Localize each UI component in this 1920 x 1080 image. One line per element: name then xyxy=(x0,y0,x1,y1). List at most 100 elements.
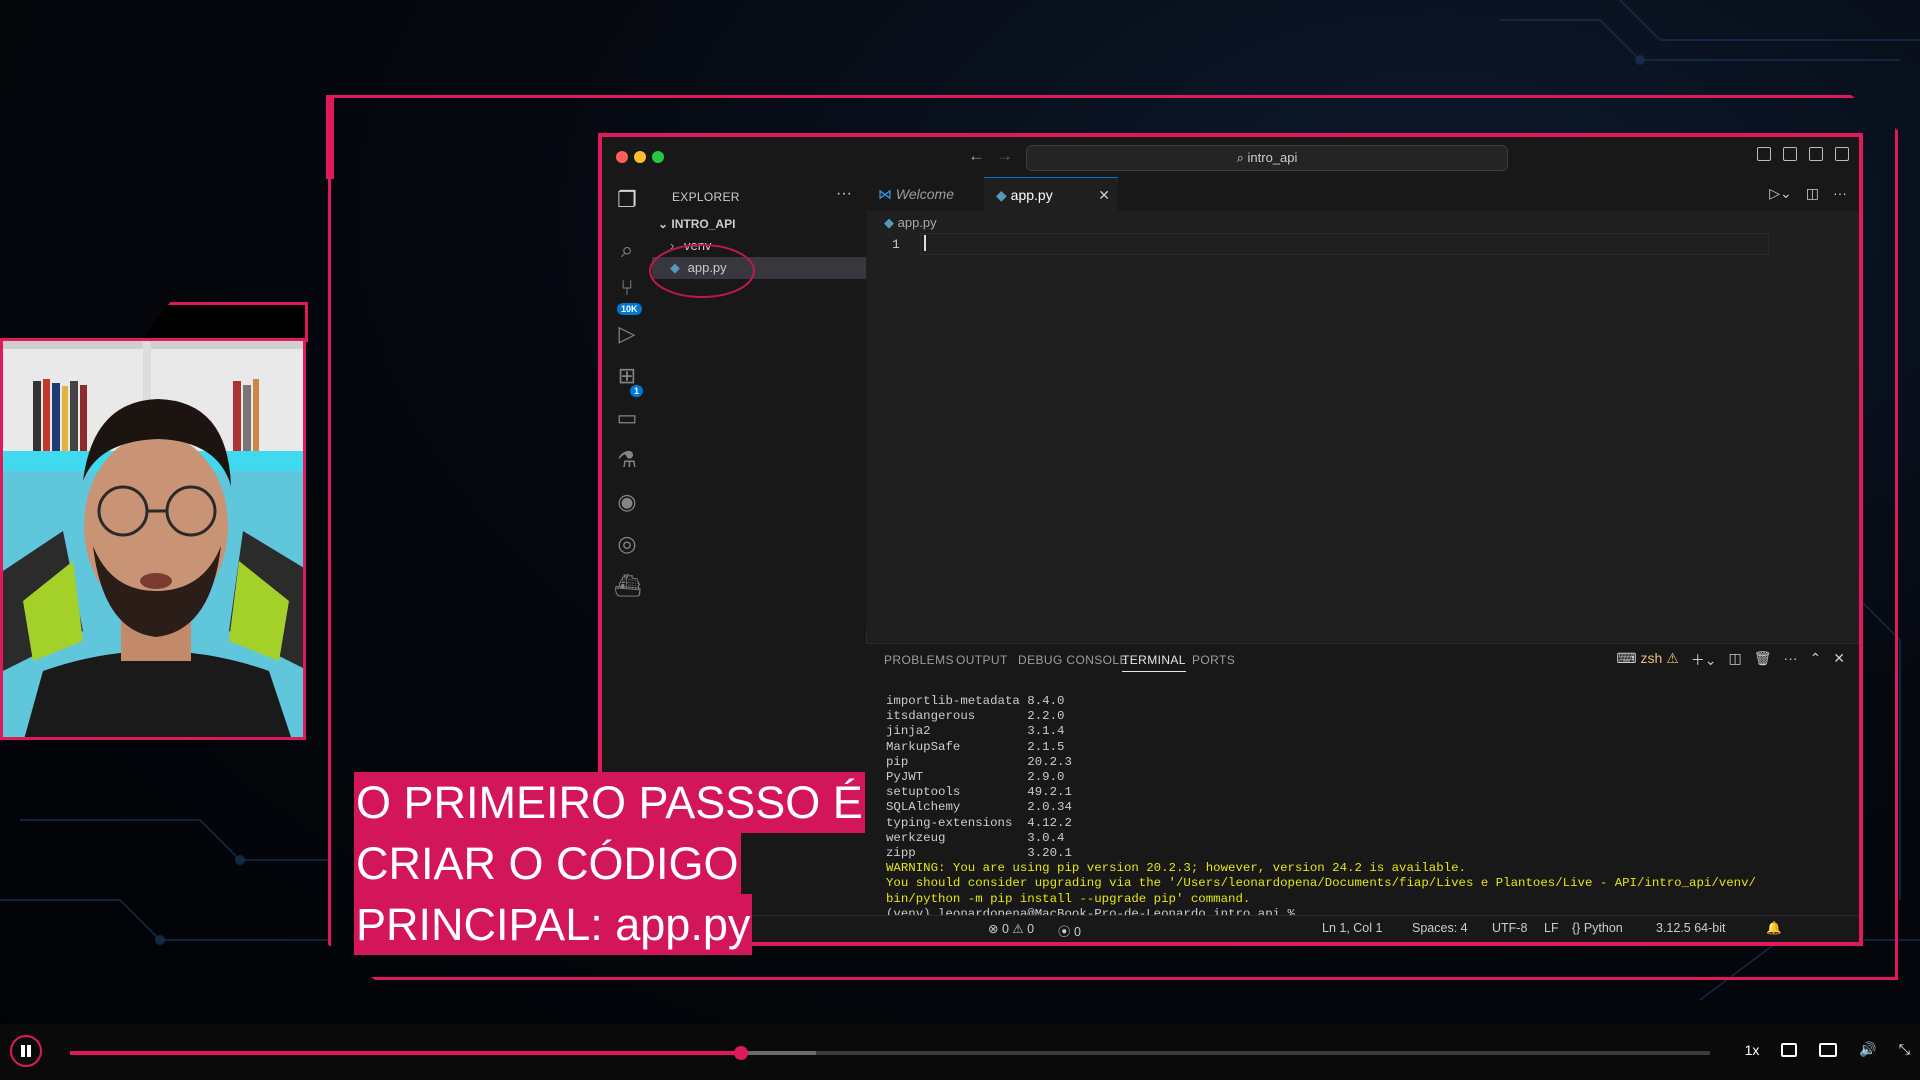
bottom-panel: PROBLEMS OUTPUT DEBUG CONSOLE TERMINAL P… xyxy=(866,643,1859,921)
progress-bar[interactable] xyxy=(70,1046,1710,1060)
player-right-controls: 1x 🔊 ⤡ xyxy=(1745,1041,1910,1058)
project-name: INTRO_API xyxy=(671,217,736,231)
title-bar: ← → ⌕ intro_api xyxy=(602,137,1859,178)
tab-terminal[interactable]: TERMINAL xyxy=(1122,653,1186,672)
more-actions-icon[interactable]: ··· xyxy=(1833,185,1847,202)
bell-icon[interactable]: 🔔 xyxy=(1766,921,1782,936)
volume-icon[interactable]: 🔊 xyxy=(1859,1041,1876,1058)
explorer-icon[interactable]: ❐ xyxy=(614,187,640,213)
terminal-output[interactable]: importlib-metadata 8.4.0 itsdangerous 2.2… xyxy=(886,694,1756,922)
explorer-header: EXPLORER xyxy=(672,190,740,204)
progress-handle[interactable] xyxy=(733,1046,748,1060)
terminal-line: SQLAlchemy 2.0.34 xyxy=(886,800,1072,815)
trash-icon[interactable]: 🗑 xyxy=(1754,650,1772,670)
video-player-controls: 1x 🔊 ⤡ xyxy=(0,1024,1920,1080)
error-icon: ⊗ xyxy=(988,922,1002,936)
terminal-line: You should consider upgrading via the '/… xyxy=(886,876,1756,891)
tab-output[interactable]: OUTPUT xyxy=(956,653,1008,667)
chevron-down-icon: ⌄ xyxy=(658,217,669,231)
terminal-shell-selector[interactable]: ⌨ zsh ⚠ xyxy=(1616,650,1678,670)
captions-icon[interactable] xyxy=(1781,1042,1798,1057)
vscode-icon: ⋈ xyxy=(878,186,896,202)
cursor-position[interactable]: Ln 1, Col 1 xyxy=(1322,921,1382,935)
remote-explorer-icon[interactable]: ▭ xyxy=(614,405,640,431)
highlight-circle xyxy=(649,244,755,298)
extensions-badge: 1 xyxy=(630,385,644,397)
source-control-icon[interactable]: ⑂ xyxy=(614,275,640,301)
terminal-line: itsdangerous 2.2.0 xyxy=(886,709,1065,724)
terminal-line: bin/python -m pip install --upgrade pip'… xyxy=(886,891,1251,906)
editor-actions: ▷⌄ ◫ ··· xyxy=(1769,185,1847,202)
pause-button[interactable] xyxy=(10,1035,42,1067)
tab-problems[interactable]: PROBLEMS xyxy=(884,653,954,667)
ports-status[interactable]: ⦿ 0 xyxy=(1058,921,1081,940)
picture-in-picture-icon[interactable] xyxy=(1819,1042,1838,1057)
toggle-panel-icon[interactable] xyxy=(1783,147,1797,161)
text-cursor xyxy=(924,235,926,251)
testing-icon[interactable]: ⚗ xyxy=(614,447,640,473)
minimize-window-button[interactable] xyxy=(634,151,646,163)
fullscreen-exit-icon[interactable]: ⤡ xyxy=(1899,1041,1910,1058)
terminal-line: WARNING: You are using pip version 20.2.… xyxy=(886,861,1466,876)
close-tab-icon[interactable]: ✕ xyxy=(1098,178,1110,212)
source-control-badge: 10K xyxy=(617,303,642,315)
command-center-search[interactable]: ⌕ intro_api xyxy=(1026,145,1508,171)
run-icon[interactable]: ▷⌄ xyxy=(1769,185,1792,202)
back-arrow-icon[interactable]: ← xyxy=(968,146,985,166)
maximize-window-button[interactable] xyxy=(652,151,664,163)
copilot-icon[interactable]: ◉ xyxy=(614,489,640,515)
terminal-line: pip 20.2.3 xyxy=(886,754,1072,769)
code-editor[interactable]: ◆ app.py 1 xyxy=(866,211,1859,631)
played-bar xyxy=(70,1051,741,1055)
close-panel-icon[interactable]: ✕ xyxy=(1833,650,1845,670)
terminal-line: importlib-metadata 8.4.0 xyxy=(886,694,1065,708)
tab-label: Welcome xyxy=(895,186,954,202)
language-mode[interactable]: {} Python xyxy=(1572,921,1623,935)
more-actions-icon[interactable]: ··· xyxy=(1784,650,1798,670)
layout-controls xyxy=(1757,147,1849,161)
terminal-line: werkzeug 3.0.4 xyxy=(886,830,1065,845)
warning-count: 0 xyxy=(1027,922,1035,936)
run-debug-icon[interactable]: ▷ xyxy=(614,321,640,347)
editor-tabs: ⋈ Welcome ◆ app.py ✕ ▷⌄ ◫ ··· xyxy=(866,177,1859,212)
new-terminal-icon[interactable]: ＋⌄ xyxy=(1691,650,1717,670)
github-icon[interactable]: ◎ xyxy=(614,531,640,557)
close-window-button[interactable] xyxy=(616,151,628,163)
frame-accent xyxy=(326,95,334,179)
caption-line: PRINCIPAL: app.py xyxy=(354,894,753,955)
tab-debug-console[interactable]: DEBUG CONSOLE xyxy=(1018,653,1128,667)
problems-status[interactable]: ⊗ 0 ⚠ 0 xyxy=(988,921,1034,936)
search-label: intro_api xyxy=(1247,150,1298,165)
python-interpreter[interactable]: 3.12.5 64-bit xyxy=(1656,921,1726,935)
tab-app-py[interactable]: ◆ app.py ✕ xyxy=(984,177,1118,212)
maximize-panel-icon[interactable]: ⌃ xyxy=(1810,650,1822,670)
customize-layout-icon[interactable] xyxy=(1835,147,1849,161)
terminal-line: PyJWT 2.9.0 xyxy=(886,770,1065,785)
caption-line: O PRIMEIRO PASSSO É xyxy=(354,772,865,833)
tab-ports[interactable]: PORTS xyxy=(1192,653,1235,667)
python-file-icon: ◆ xyxy=(884,215,898,230)
search-icon[interactable]: ⌕ xyxy=(614,237,640,263)
panel-actions: ⌨ zsh ⚠ ＋⌄ ◫ 🗑 ··· ⌃ ✕ xyxy=(1616,650,1845,670)
language-label: Python xyxy=(1583,921,1623,935)
split-editor-icon[interactable]: ◫ xyxy=(1806,185,1819,202)
encoding[interactable]: UTF-8 xyxy=(1492,921,1527,935)
toggle-secondary-sidebar-icon[interactable] xyxy=(1809,147,1823,161)
tab-welcome[interactable]: ⋈ Welcome xyxy=(866,177,1000,211)
breadcrumb: ◆ app.py xyxy=(884,215,937,231)
error-count: 0 xyxy=(1001,922,1009,936)
shell-name: zsh xyxy=(1640,650,1663,666)
end-of-line[interactable]: LF xyxy=(1544,921,1559,935)
playback-speed-button[interactable]: 1x xyxy=(1745,1042,1760,1058)
terminal-line: zipp 3.20.1 xyxy=(886,846,1072,861)
docker-icon[interactable]: ⛴ xyxy=(614,573,642,599)
toggle-sidebar-icon[interactable] xyxy=(1757,147,1771,161)
current-line-highlight xyxy=(920,233,1769,255)
project-folder[interactable]: ⌄ INTRO_API xyxy=(652,213,866,235)
split-terminal-icon[interactable]: ◫ xyxy=(1729,650,1742,670)
forward-arrow-icon[interactable]: → xyxy=(996,146,1013,166)
warning-icon: ⚠ xyxy=(1012,922,1028,936)
indentation[interactable]: Spaces: 4 xyxy=(1412,921,1468,935)
python-file-icon: ◆ xyxy=(996,187,1011,203)
more-actions-icon[interactable]: ··· xyxy=(836,185,852,203)
